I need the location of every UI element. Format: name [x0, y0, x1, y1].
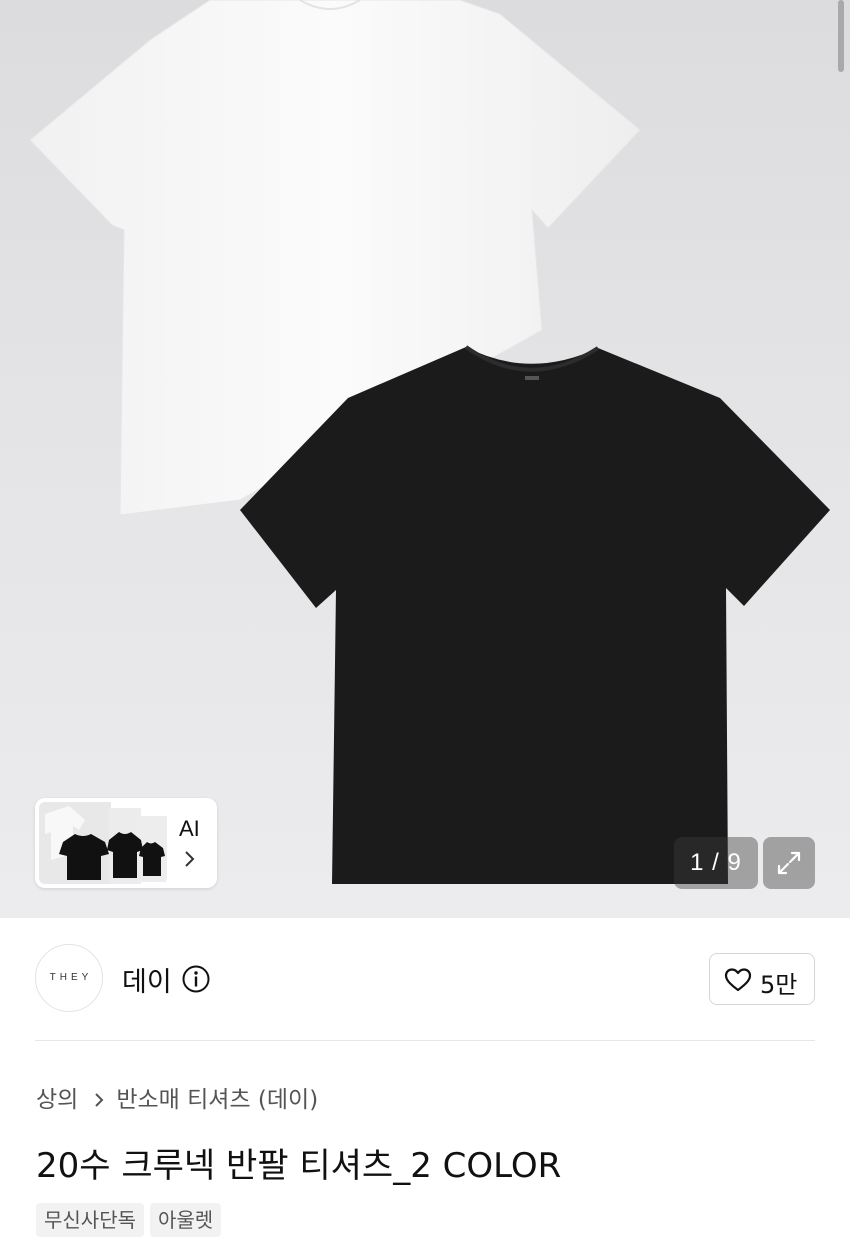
breadcrumb-subcategory[interactable]: 반소매 티셔츠 (데이) — [116, 1087, 318, 1113]
chevron-right-icon — [95, 1093, 104, 1107]
image-page-counter: 1 / 9 — [674, 837, 758, 889]
heart-outline-icon — [724, 968, 752, 992]
divider — [35, 1040, 815, 1041]
brand-name[interactable]: 데이 — [122, 960, 172, 999]
tag-outlet: 아울렛 — [150, 1203, 222, 1237]
like-count: 5만 — [760, 971, 798, 999]
ai-thumbnail — [39, 802, 167, 884]
scrollbar[interactable] — [838, 0, 844, 72]
chevron-right-icon — [185, 851, 195, 867]
info-circle-icon[interactable] — [181, 964, 211, 994]
expand-arrows-icon — [777, 851, 801, 875]
breadcrumb: 상의 반소매 티셔츠 (데이) — [36, 1080, 318, 1114]
expand-image-button[interactable] — [763, 837, 815, 889]
tag-exclusive: 무신사단독 — [36, 1203, 144, 1237]
ai-label: AI — [179, 816, 200, 841]
breadcrumb-category[interactable]: 상의 — [36, 1087, 78, 1113]
product-image — [29, 0, 830, 884]
black-tshirt — [240, 347, 830, 884]
product-title: 20수 크루넥 반팔 티셔츠_2 COLOR — [36, 1146, 562, 1186]
product-detail-page: AI 1 / 9 THEY 데이 5만 상의 반소매 티셔츠 (데이) 20수 크… — [0, 0, 850, 1249]
brand-logo[interactable]: THEY — [35, 944, 103, 1012]
ai-similar-items-button[interactable]: AI — [35, 798, 217, 888]
product-tags: 무신사단독 아울렛 — [36, 1203, 222, 1237]
product-image-gallery[interactable]: AI 1 / 9 — [0, 0, 850, 918]
like-button[interactable]: 5만 — [709, 953, 815, 1005]
